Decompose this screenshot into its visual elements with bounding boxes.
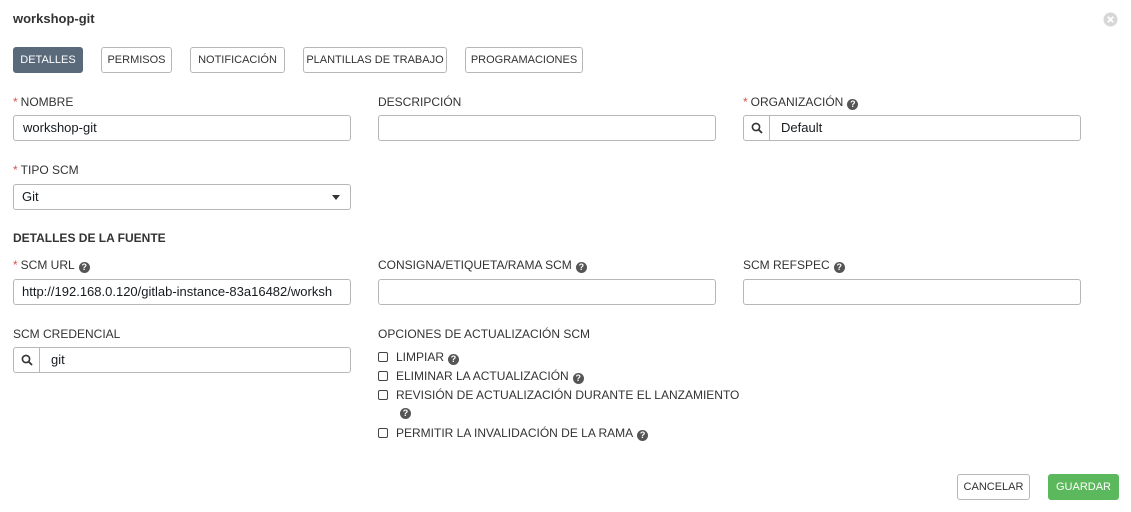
help-icon[interactable]: ?	[847, 99, 859, 110]
organizacion-label: * ORGANIZACIÓN?	[743, 95, 859, 110]
chevron-down-icon	[332, 195, 340, 200]
descripcion-input[interactable]	[378, 115, 716, 141]
tab-programaciones[interactable]: PROGRAMACIONES	[465, 47, 583, 73]
scm-branch-label: CONSIGNA/ETIQUETA/RAMA SCM?	[378, 258, 587, 273]
save-button[interactable]: GUARDAR	[1048, 474, 1119, 500]
page-title: workshop-git	[13, 11, 95, 26]
required-marker: *	[13, 95, 18, 109]
scm-credencial-lookup: git	[13, 347, 351, 373]
help-icon[interactable]: ?	[572, 373, 584, 384]
scm-branch-input[interactable]	[378, 279, 716, 305]
tipo-scm-value: Git	[22, 189, 39, 204]
tab-detalles[interactable]: DETALLES	[13, 47, 83, 73]
tab-plantillas-de-trabajo[interactable]: PLANTILLAS DE TRABAJO	[303, 47, 447, 73]
help-icon[interactable]: ?	[78, 262, 90, 273]
update-options-heading: OPCIONES DE ACTUALIZACIÓN SCM	[378, 327, 591, 341]
scm-refspec-input[interactable]	[743, 279, 1081, 305]
revision-lanzamiento-label: REVISIÓN DE ACTUALIZACIÓN DURANTE EL LAN…	[396, 388, 740, 402]
help-icon[interactable]: ?	[575, 262, 587, 273]
required-marker: *	[13, 258, 18, 272]
descripcion-label: DESCRIPCIÓN	[378, 95, 462, 109]
permitir-invalidacion-rama-checkbox[interactable]	[378, 428, 388, 438]
limpiar-label: LIMPIAR?	[396, 350, 460, 365]
eliminar-actualizacion-checkbox[interactable]	[378, 371, 388, 381]
limpiar-checkbox[interactable]	[378, 352, 388, 362]
tipo-scm-label: * TIPO SCM	[13, 163, 79, 177]
required-marker: *	[13, 163, 18, 177]
scm-url-label: * SCM URL?	[13, 258, 90, 273]
permitir-invalidacion-rama-label: PERMITIR LA INVALIDACIÓN DE LA RAMA?	[396, 426, 649, 441]
help-icon[interactable]: ?	[400, 408, 411, 419]
tipo-scm-select[interactable]: Git	[13, 184, 351, 210]
help-icon[interactable]: ?	[833, 262, 845, 273]
required-marker: *	[743, 95, 748, 109]
help-icon[interactable]: ?	[637, 430, 649, 441]
search-icon[interactable]	[744, 116, 770, 140]
eliminar-actualizacion-label: ELIMINAR LA ACTUALIZACIÓN?	[396, 369, 584, 384]
organizacion-lookup: Default	[743, 115, 1081, 141]
source-details-heading: DETALLES DE LA FUENTE	[13, 231, 166, 245]
tab-notificacion[interactable]: NOTIFICACIÓN	[190, 47, 285, 73]
nombre-input[interactable]: workshop-git	[13, 115, 351, 141]
nombre-label: * NOMBRE	[13, 95, 74, 109]
scm-url-input[interactable]: http://192.168.0.120/gitlab-instance-83a…	[13, 279, 351, 305]
help-icon[interactable]: ?	[448, 354, 460, 365]
scm-credencial-label: SCM CREDENCIAL	[13, 327, 121, 341]
tab-permisos[interactable]: PERMISOS	[101, 47, 172, 73]
scm-credencial-value[interactable]: git	[51, 348, 65, 372]
organizacion-value[interactable]: Default	[781, 116, 822, 140]
scm-refspec-label: SCM REFSPEC?	[743, 258, 845, 273]
revision-lanzamiento-checkbox[interactable]	[378, 390, 388, 400]
search-icon[interactable]	[14, 348, 40, 372]
close-icon[interactable]	[1103, 12, 1118, 27]
cancel-button[interactable]: CANCELAR	[957, 474, 1030, 500]
